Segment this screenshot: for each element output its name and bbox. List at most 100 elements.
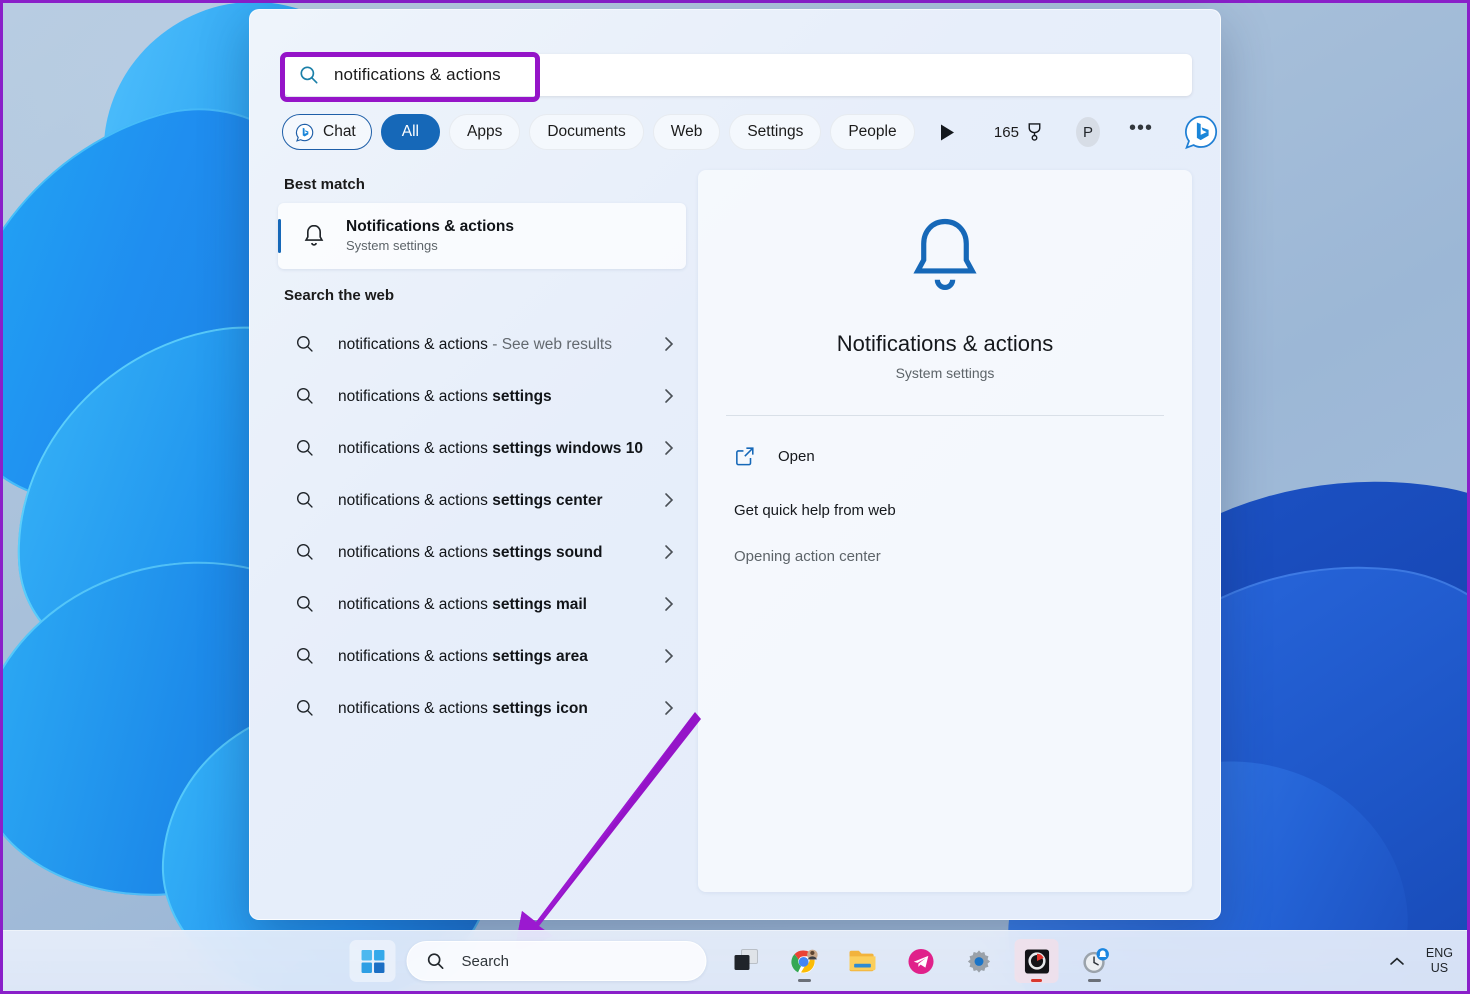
search-the-web-item-label: notifications & actions settings (338, 384, 662, 409)
telegram-icon (907, 948, 934, 974)
suggestion-suffix: settings sound (492, 543, 603, 561)
filter-all-label: All (401, 123, 419, 140)
query-text: notifications & actions (338, 647, 493, 665)
search-the-web-item[interactable]: notifications & actions settings sound (278, 526, 686, 578)
taskbar-app-google-chrome[interactable] (783, 939, 827, 983)
play-triangle-icon (940, 124, 954, 140)
detail-divider (726, 415, 1164, 416)
open-external-icon (736, 447, 754, 466)
query-text: notifications & actions (338, 699, 493, 717)
search-icon (300, 66, 318, 84)
chevron-up-icon (1390, 957, 1404, 965)
avatar-initial: P (1082, 123, 1093, 141)
alarms-clock-icon (1082, 947, 1109, 973)
avatar[interactable]: P (1075, 117, 1100, 147)
tray-chevron-up-icon[interactable] (1384, 948, 1410, 974)
search-the-web-item[interactable]: notifications & actions settings area (278, 630, 686, 682)
search-the-web-item[interactable]: notifications & actions settings windows… (278, 422, 686, 474)
filter-documents-label: Documents (547, 123, 626, 140)
taskbar: Search ENG US (3, 930, 1467, 991)
search-icon (427, 953, 444, 970)
search-icon (296, 387, 313, 404)
filter-web[interactable]: Web (652, 114, 721, 150)
windows-logo-icon (361, 949, 384, 973)
taskbar-app-file-explorer[interactable] (841, 939, 885, 983)
detail-subtitle: System settings (895, 365, 995, 381)
bing-icon[interactable] (1182, 113, 1220, 151)
search-input[interactable]: notifications & actions (284, 54, 1192, 96)
search-the-web-item[interactable]: notifications & actions - See web result… (278, 318, 686, 370)
search-filter-bar: Chat All Apps Documents Web Settings Peo… (250, 106, 1220, 158)
play-icon[interactable] (934, 115, 961, 149)
detail-action-opening-action-center[interactable]: Opening action center (726, 534, 1164, 578)
search-the-web-item[interactable]: notifications & actions settings mail (278, 578, 686, 630)
taskbar-app-settings[interactable] (957, 939, 1001, 983)
suggestion-suffix: settings mail (492, 595, 587, 613)
search-icon (296, 543, 313, 560)
filter-all[interactable]: All (380, 114, 440, 150)
query-text: notifications & actions (338, 595, 493, 613)
filter-apps[interactable]: Apps (448, 114, 521, 150)
search-the-web-item[interactable]: notifications & actions settings (278, 370, 686, 422)
search-the-web-item[interactable]: notifications & actions settings center (278, 474, 686, 526)
detail-action-quick-help[interactable]: Get quick help from web (726, 488, 1164, 532)
screen-recorder-icon (1024, 948, 1049, 974)
detail-preview-panel: Notifications & actions System settings … (698, 170, 1192, 892)
google-chrome-icon (791, 949, 818, 974)
detail-hero: Notifications & actions System settings (726, 210, 1164, 415)
filter-people-label: People (848, 123, 897, 140)
tray-language-indicator[interactable]: ENG US (1426, 946, 1453, 976)
search-the-web-item-label: notifications & actions settings sound (338, 540, 662, 565)
detail-title: Notifications & actions (836, 331, 1054, 356)
filter-documents[interactable]: Documents (529, 114, 644, 150)
search-field-row: notifications & actions (250, 10, 1220, 106)
system-tray: ENG US (1384, 946, 1453, 976)
filter-people[interactable]: People (830, 114, 915, 150)
chevron-right-icon (665, 337, 674, 351)
search-icon (296, 647, 313, 664)
rewards-points[interactable]: 165 (994, 121, 1045, 143)
running-indicator (1088, 979, 1101, 982)
search-the-web-item-label: notifications & actions settings icon (338, 696, 662, 721)
search-the-web-item-label: notifications & actions settings area (338, 644, 662, 669)
taskbar-app-screen-recorder[interactable] (1014, 939, 1059, 983)
search-the-web-item-label: notifications & actions settings mail (338, 592, 662, 617)
filter-web-label: Web (670, 123, 703, 140)
taskbar-search-box[interactable]: Search (406, 941, 707, 981)
bing-chat-bubble-icon (1185, 115, 1217, 150)
best-match-result[interactable]: Notifications & actions System settings (278, 203, 686, 269)
query-text: notifications & actions (338, 491, 493, 509)
file-explorer-icon (849, 950, 876, 972)
filter-settings[interactable]: Settings (729, 114, 822, 150)
suggestion-suffix: settings center (492, 491, 603, 509)
search-icon (296, 595, 313, 612)
taskbar-app-task-view[interactable] (725, 939, 769, 983)
rewards-medal-icon (1028, 123, 1041, 141)
filter-chat[interactable]: Chat (282, 114, 372, 150)
taskbar-app-alarms-and-clock[interactable] (1073, 939, 1117, 983)
tray-language-line2: US (1430, 961, 1449, 975)
more-options-icon[interactable]: ••• (1129, 118, 1153, 141)
suggestion-suffix: settings windows 10 (492, 439, 643, 457)
search-the-web-item-label: notifications & actions settings center (338, 488, 662, 513)
best-match-title: Notifications & actions (346, 218, 514, 235)
detail-action-opening-action-center-label: Opening action center (734, 547, 881, 565)
best-match-heading: Best match (284, 176, 365, 193)
search-results-content: Best match Notifications & actions Syste… (250, 158, 1220, 892)
search-icon (296, 491, 313, 508)
start-button[interactable] (349, 940, 396, 982)
query-text: notifications & actions (338, 439, 493, 457)
suggestion-suffix: settings icon (492, 699, 588, 717)
bell-icon (913, 218, 977, 290)
results-left-column: Best match Notifications & actions Syste… (278, 170, 686, 892)
bing-chat-icon (295, 123, 314, 142)
bell-icon (304, 224, 324, 246)
chevron-right-icon (665, 649, 674, 663)
chevron-right-icon (665, 701, 674, 715)
search-icon (296, 439, 313, 456)
taskbar-app-telegram[interactable] (899, 939, 943, 983)
chevron-right-icon (665, 493, 674, 507)
detail-action-open[interactable]: Open (726, 430, 1164, 482)
search-the-web-item[interactable]: notifications & actions settings icon (278, 682, 686, 734)
chevron-right-icon (665, 441, 674, 455)
